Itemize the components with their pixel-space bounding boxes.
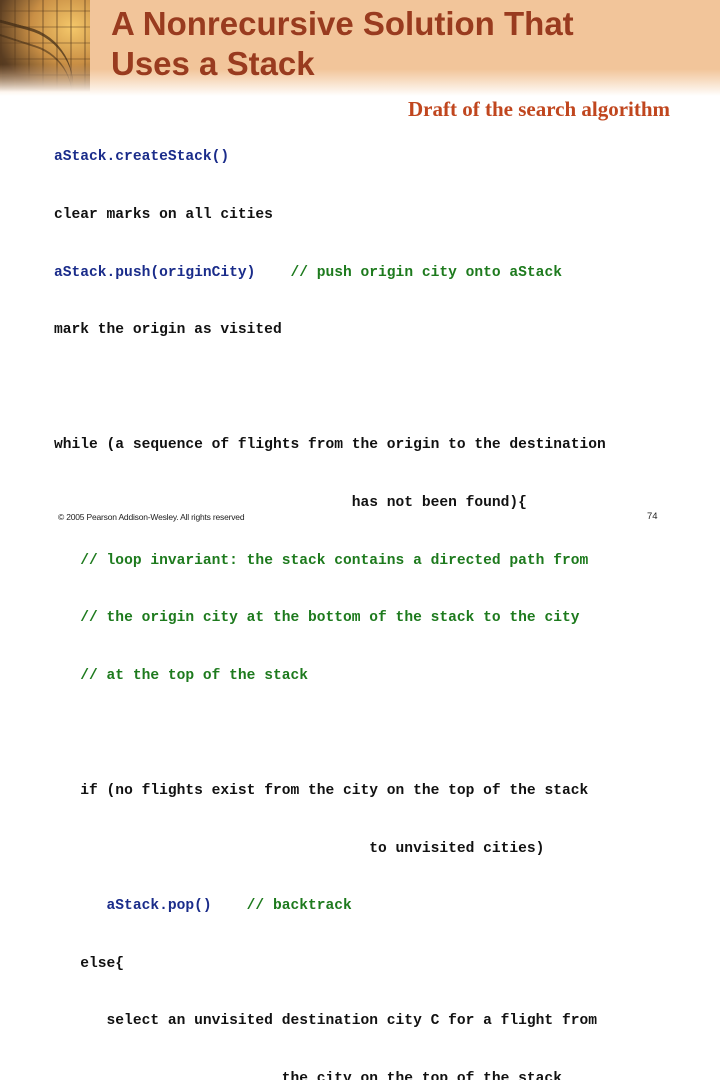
pseudocode-block: aStack.createStack() clear marks on all … bbox=[54, 110, 606, 1080]
code-text: to unvisited cities) bbox=[369, 840, 545, 857]
code-text: else{ bbox=[80, 955, 125, 972]
code-comment: // the origin city at the bottom of the … bbox=[80, 610, 580, 627]
code-text: mark the origin as visited bbox=[54, 322, 282, 339]
code-call: aStack.push(originCity) bbox=[54, 264, 256, 281]
code-line: aStack.createStack() bbox=[54, 148, 606, 167]
slide-title-line2: Uses a Stack bbox=[111, 45, 315, 82]
code-line: clear marks on all cities bbox=[54, 206, 606, 225]
code-line: aStack.pop() // backtrack bbox=[54, 897, 606, 916]
code-line: while (a sequence of flights from the or… bbox=[54, 436, 606, 455]
code-comment: // backtrack bbox=[246, 898, 352, 915]
page-number: 74 bbox=[647, 511, 658, 522]
code-call: aStack.createStack() bbox=[54, 149, 230, 166]
copyright-footer: © 2005 Pearson Addison-Wesley. All right… bbox=[58, 512, 245, 522]
slide-title-line1: A Nonrecursive Solution That bbox=[111, 5, 574, 42]
code-line: // at the top of the stack bbox=[54, 667, 606, 686]
code-line: aStack.push(originCity) // push origin c… bbox=[54, 264, 606, 283]
slide-title: A Nonrecursive Solution That Uses a Stac… bbox=[111, 4, 711, 84]
code-line: mark the origin as visited bbox=[54, 321, 606, 340]
code-line: if (no flights exist from the city on th… bbox=[54, 782, 606, 801]
code-line: // loop invariant: the stack contains a … bbox=[54, 552, 606, 571]
code-line: to unvisited cities) bbox=[54, 840, 606, 859]
code-comment: // at the top of the stack bbox=[80, 667, 308, 684]
code-line: select an unvisited destination city C f… bbox=[54, 1012, 606, 1031]
code-text: if (no flights exist from the city on th… bbox=[80, 782, 589, 799]
code-line: else{ bbox=[54, 955, 606, 974]
header-staircase-photo bbox=[0, 0, 90, 112]
code-line: // the origin city at the bottom of the … bbox=[54, 609, 606, 628]
code-line: has not been found){ bbox=[54, 494, 606, 513]
code-text: while (a sequence of flights from the or… bbox=[54, 437, 606, 454]
code-text: has not been found){ bbox=[351, 494, 527, 511]
code-text: the city on the top of the stack bbox=[281, 1070, 562, 1080]
code-comment: // loop invariant: the stack contains a … bbox=[80, 552, 589, 569]
code-text: select an unvisited destination city C f… bbox=[106, 1013, 597, 1030]
code-line: the city on the top of the stack bbox=[54, 1070, 606, 1080]
code-call: aStack.pop() bbox=[106, 898, 212, 915]
code-text: clear marks on all cities bbox=[54, 207, 273, 223]
code-comment: // push origin city onto aStack bbox=[290, 264, 562, 281]
